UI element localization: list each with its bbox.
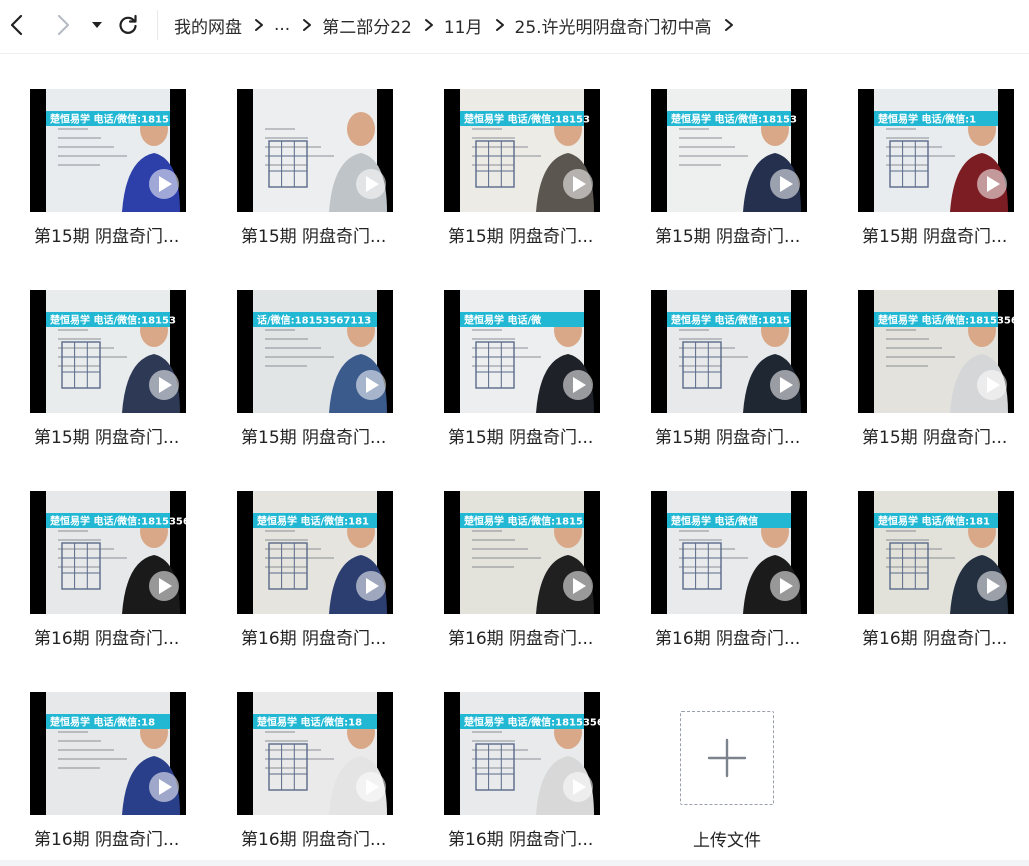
video-thumbnail: 楚恒易学 电话/微信:18 (237, 692, 393, 815)
file-name: 第16期 阴盘奇门... (34, 830, 180, 850)
watermark-text: 话/微信:18153567113 (257, 314, 371, 327)
file-name: 第16期 阴盘奇门... (241, 830, 387, 850)
watermark-text: 楚恒易学 电话/微信:18153567 (49, 515, 186, 528)
watermark-text: 楚恒易学 电话/微信:1815356 (877, 314, 1014, 327)
video-thumbnail: 楚恒易学 电话/微信:18 (30, 692, 186, 815)
watermark-text: 楚恒易学 电话/微信:1815 (670, 314, 790, 327)
presenter-face (347, 112, 375, 146)
upload-file-button[interactable] (680, 711, 774, 805)
watermark-text: 楚恒易学 电话/微信:18153 (463, 113, 590, 126)
video-thumbnail: 楚恒易学 电话/微信:1815 (651, 290, 807, 413)
video-thumbnail: 楚恒易学 电话/微信:18153 (444, 89, 600, 212)
watermark-text: 楚恒易学 电话/微信 (670, 515, 758, 528)
video-thumbnail: 楚恒易学 电话/微 (444, 290, 600, 413)
video-thumbnail: 楚恒易学 电话/微信:18153 (30, 290, 186, 413)
file-name: 第16期 阴盘奇门... (862, 629, 1008, 649)
file-name: 第15期 阴盘奇门... (448, 227, 594, 247)
video-thumbnail: 楚恒易学 电话/微信:1815356 (444, 692, 600, 815)
watermark-text: 楚恒易学 电话/微信:1815356 (463, 716, 600, 729)
file-name: 第16期 阴盘奇门... (34, 629, 180, 649)
file-name: 第15期 阴盘奇门... (862, 428, 1008, 448)
upload-file-label: 上传文件 (693, 831, 761, 851)
file-name: 第16期 阴盘奇门... (241, 629, 387, 649)
watermark-text: 楚恒易学 电话/微信:1815 (49, 113, 169, 126)
video-thumbnail: 楚恒易学 电话/微信:1815 (30, 89, 186, 212)
file-grid: 楚恒易学 电话/微信:1815 第15期 阴盘奇门... 第15期 阴盘奇门... 楚… (0, 0, 1029, 866)
file-name: 第15期 阴盘奇门... (448, 428, 594, 448)
watermark-text: 楚恒易学 电话/微信:18 (49, 716, 155, 729)
watermark-text: 楚恒易学 电话/微信:18153 (49, 314, 176, 327)
video-thumbnail: 楚恒易学 电话/微信 (651, 491, 807, 614)
file-name: 第15期 阴盘奇门... (34, 428, 180, 448)
video-thumbnail: 楚恒易学 电话/微信:18153567 (30, 491, 186, 614)
video-thumbnail: 楚恒易学 电话/微信:181 (858, 491, 1014, 614)
watermark-text: 楚恒易学 电话/微 (463, 314, 542, 327)
video-thumbnail: 楚恒易学 电话/微信:1 (858, 89, 1014, 212)
file-name: 第15期 阴盘奇门... (655, 227, 801, 247)
watermark-text: 楚恒易学 电话/微信:18153 (670, 113, 797, 126)
file-name: 第16期 阴盘奇门... (655, 629, 801, 649)
watermark-text: 楚恒易学 电话/微信:181 (877, 515, 990, 528)
video-thumbnail: 楚恒易学 电话/微信:1815356 (858, 290, 1014, 413)
file-name: 第16期 阴盘奇门... (448, 830, 594, 850)
video-thumbnail: 话/微信:18153567113 (237, 290, 393, 413)
watermark-text: 楚恒易学 电话/微信:18 (256, 716, 362, 729)
file-name: 第15期 阴盘奇门... (241, 428, 387, 448)
video-thumbnail: 楚恒易学 电话/微信:1815 (444, 491, 600, 614)
file-name: 第16期 阴盘奇门... (448, 629, 594, 649)
plus-icon (707, 738, 747, 778)
bottom-divider (0, 860, 1029, 866)
video-thumbnail: 楚恒易学 电话/微信:18153 (651, 89, 807, 212)
file-name: 第15期 阴盘奇门... (241, 227, 387, 247)
file-name: 第15期 阴盘奇门... (655, 428, 801, 448)
file-name: 第15期 阴盘奇门... (34, 227, 180, 247)
watermark-text: 楚恒易学 电话/微信:1815 (463, 515, 583, 528)
watermark-text: 楚恒易学 电话/微信:181 (256, 515, 369, 528)
file-name: 第15期 阴盘奇门... (862, 227, 1008, 247)
video-thumbnail (237, 89, 393, 212)
video-thumbnail: 楚恒易学 电话/微信:181 (237, 491, 393, 614)
watermark-text: 楚恒易学 电话/微信:1 (877, 113, 976, 126)
